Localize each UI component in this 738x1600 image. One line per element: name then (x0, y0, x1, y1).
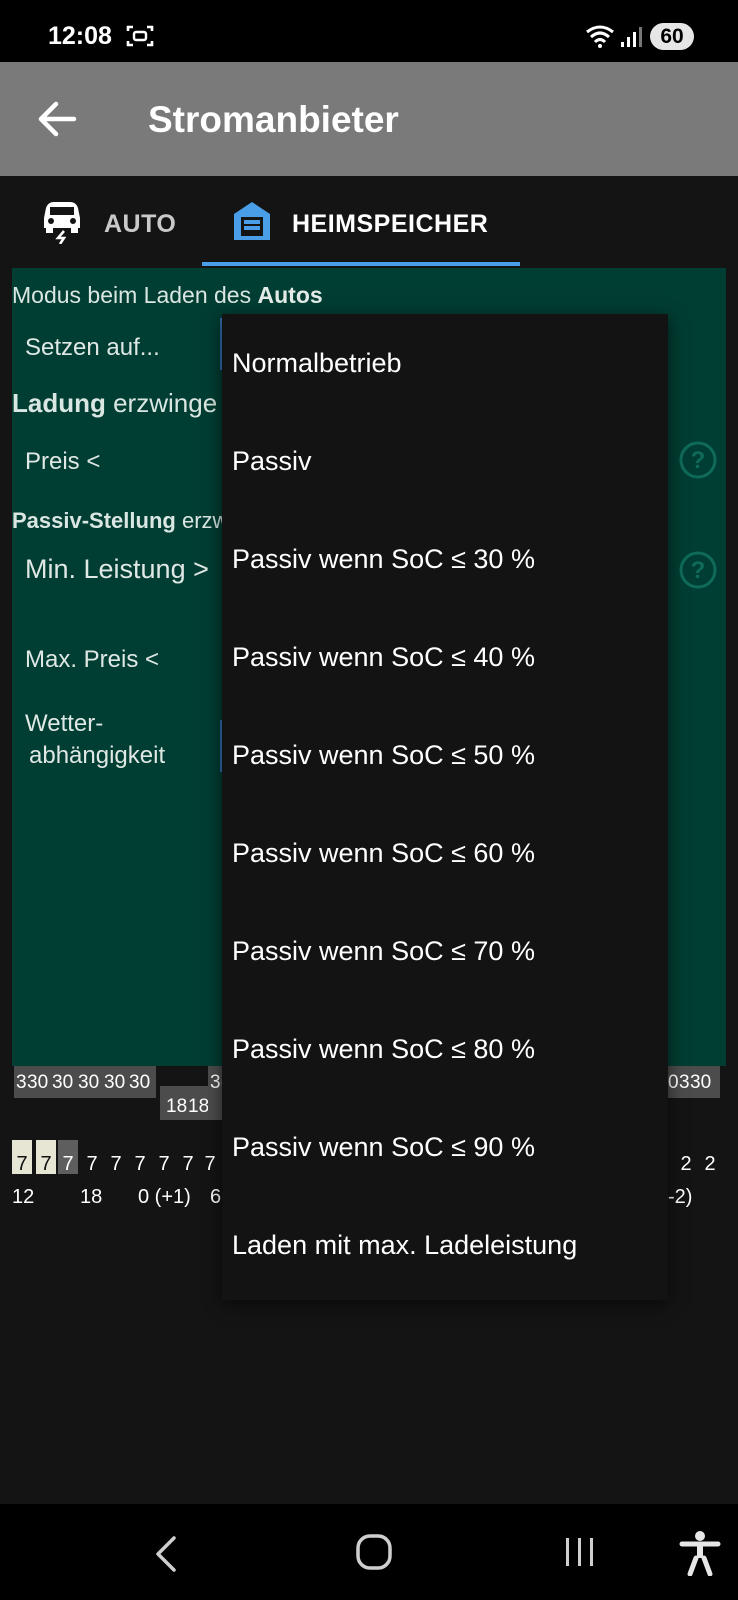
status-bar: 12:08 60 (0, 0, 738, 62)
price-bar-group-middle: 18 18 (160, 1086, 210, 1120)
weather-label-line1: Wetter- (25, 710, 104, 737)
dropdown-option-max-charge[interactable]: Laden mit max. Ladeleistung (222, 1196, 668, 1294)
mini-cell: 7 (36, 1140, 56, 1175)
price-bar-label: 0 (668, 1072, 679, 1093)
app-bar: Stromanbieter (0, 62, 738, 176)
price-bar-label: 30 (690, 1072, 712, 1093)
mini-cell: 7 (204, 1153, 216, 1175)
price-bar-label: 30 (52, 1072, 74, 1093)
mini-cell: 2 (680, 1153, 692, 1175)
axis-label: -2) (668, 1186, 693, 1208)
home-storage-icon (234, 202, 270, 240)
price-bar-label: 30 (78, 1072, 100, 1093)
battery-indicator: 60 (650, 23, 694, 50)
dropdown-option-passiv-soc-50[interactable]: Passiv wenn SoC ≤ 50 % (222, 706, 668, 804)
axis-label: 0 (+1) (138, 1186, 191, 1208)
passive-section-title: Passiv-Stellung erzw (12, 508, 229, 533)
nav-back-icon[interactable] (150, 1534, 184, 1574)
dropdown-option-passiv-soc-70[interactable]: Passiv wenn SoC ≤ 70 % (222, 902, 668, 1000)
help-icon[interactable]: ? (678, 440, 718, 480)
mode-section-title: Modus beim Laden des Autos (12, 282, 323, 308)
dropdown-option-passiv[interactable]: Passiv (222, 412, 668, 510)
dropdown-option-passiv-soc-60[interactable]: Passiv wenn SoC ≤ 60 % (222, 804, 668, 902)
dropdown-option-passiv-soc-30[interactable]: Passiv wenn SoC ≤ 30 % (222, 510, 668, 608)
axis-label: 6 (210, 1186, 222, 1208)
back-arrow-icon[interactable] (36, 98, 78, 140)
page-title: Stromanbieter (148, 99, 399, 140)
weather-label-line2: abhängigkeit (29, 742, 166, 769)
nav-recent-apps-icon[interactable] (560, 1534, 600, 1570)
tab-auto-label: AUTO (104, 210, 177, 238)
signal-icon (621, 27, 642, 47)
min-power-label: Min. Leistung > (25, 554, 209, 584)
status-time: 12:08 (48, 22, 112, 50)
tab-indicator (202, 262, 520, 266)
dropdown-option-passiv-soc-90[interactable]: Passiv wenn SoC ≤ 90 % (222, 1098, 668, 1196)
price-bar-label: 30 (27, 1072, 49, 1093)
price-bar-label: 18 (166, 1096, 188, 1117)
mini-cell: 7 (158, 1153, 170, 1175)
price-bar-label: 3 (16, 1072, 27, 1093)
svg-text:?: ? (691, 447, 706, 474)
price-bar-label: 30 (104, 1072, 126, 1093)
mini-cell: 7 (12, 1140, 32, 1175)
force-charge-section-title: Ladung erzwinge (12, 388, 218, 418)
tab-auto[interactable]: AUTO (0, 176, 202, 266)
system-nav-bar (0, 1504, 738, 1600)
wifi-icon (586, 25, 614, 48)
axis-label: 18 (80, 1186, 103, 1208)
mode-dropdown-menu: Normalbetrieb Passiv Passiv wenn SoC ≤ 3… (222, 314, 668, 1300)
dropdown-option-normalbetrieb[interactable]: Normalbetrieb (222, 314, 668, 412)
nav-home-icon[interactable] (354, 1532, 394, 1572)
mini-cell: 7 (58, 1140, 78, 1175)
price-bar-label: 30 (129, 1072, 151, 1093)
price-label: Preis < (25, 448, 101, 475)
dropdown-option-passiv-soc-80[interactable]: Passiv wenn SoC ≤ 80 % (222, 1000, 668, 1098)
mini-cell: 7 (134, 1153, 146, 1175)
mini-cell: 7 (86, 1153, 98, 1175)
set-to-label: Setzen auf... (25, 334, 160, 361)
car-charging-icon (44, 202, 80, 244)
price-bar-label: 3( (210, 1072, 222, 1093)
dropdown-option-passiv-soc-40[interactable]: Passiv wenn SoC ≤ 40 % (222, 608, 668, 706)
price-bar-group-cut: 3( (208, 1066, 222, 1120)
mini-cell: 2 (704, 1153, 716, 1175)
tab-heimspeicher[interactable]: HEIMSPEICHER (202, 176, 522, 266)
price-bar-label: 18 (188, 1096, 210, 1117)
max-price-label: Max. Preis < (25, 646, 160, 673)
price-bar-group-left: 3 30 30 30 30 30 (14, 1066, 156, 1098)
svg-text:?: ? (691, 557, 706, 584)
help-icon[interactable]: ? (678, 550, 718, 590)
mini-cell: 7 (110, 1153, 122, 1175)
price-bar-label: 3 (679, 1072, 690, 1093)
mini-cell: 7 (182, 1153, 194, 1175)
axis-label: 12 (12, 1186, 35, 1208)
tab-heimspeicher-label: HEIMSPEICHER (292, 210, 489, 238)
accessibility-icon[interactable] (678, 1530, 722, 1576)
price-bar-group-right: 0 3 30 (668, 1066, 720, 1098)
screenshot-icon (126, 25, 154, 47)
